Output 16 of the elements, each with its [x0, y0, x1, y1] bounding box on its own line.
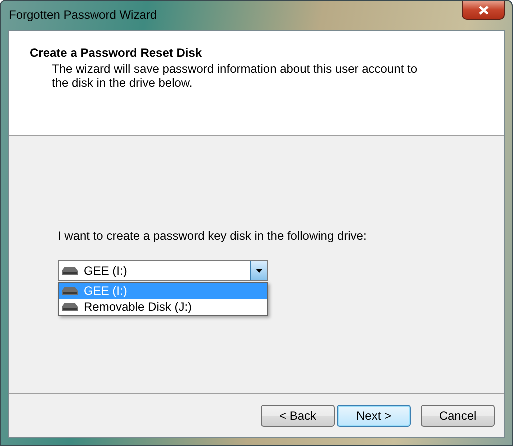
drive-icon: [62, 303, 78, 311]
close-icon: [478, 6, 488, 14]
close-button[interactable]: [462, 1, 505, 20]
wizard-button[interactable]: Next >: [337, 404, 411, 426]
wizard-button[interactable]: < Back: [261, 404, 335, 426]
page-title: Create a Password Reset Disk: [30, 46, 204, 60]
page-description: The wizard will save password information about this user account to the disk in the drive below.: [52, 62, 419, 90]
wizard-button[interactable]: Cancel: [421, 404, 495, 426]
drive-option[interactable]: Removable Disk (J:): [59, 299, 267, 315]
drive-prompt: I want to create a password key disk in the following drive:: [58, 229, 368, 243]
drive-icon: [62, 287, 78, 295]
caret-icon: [256, 268, 262, 272]
drive-combo[interactable]: GEE (I:): [58, 260, 268, 281]
combo-value: GEE (I:): [84, 264, 128, 278]
drive-icon: [62, 266, 78, 274]
window-title: Forgotten Password Wizard: [9, 8, 158, 22]
